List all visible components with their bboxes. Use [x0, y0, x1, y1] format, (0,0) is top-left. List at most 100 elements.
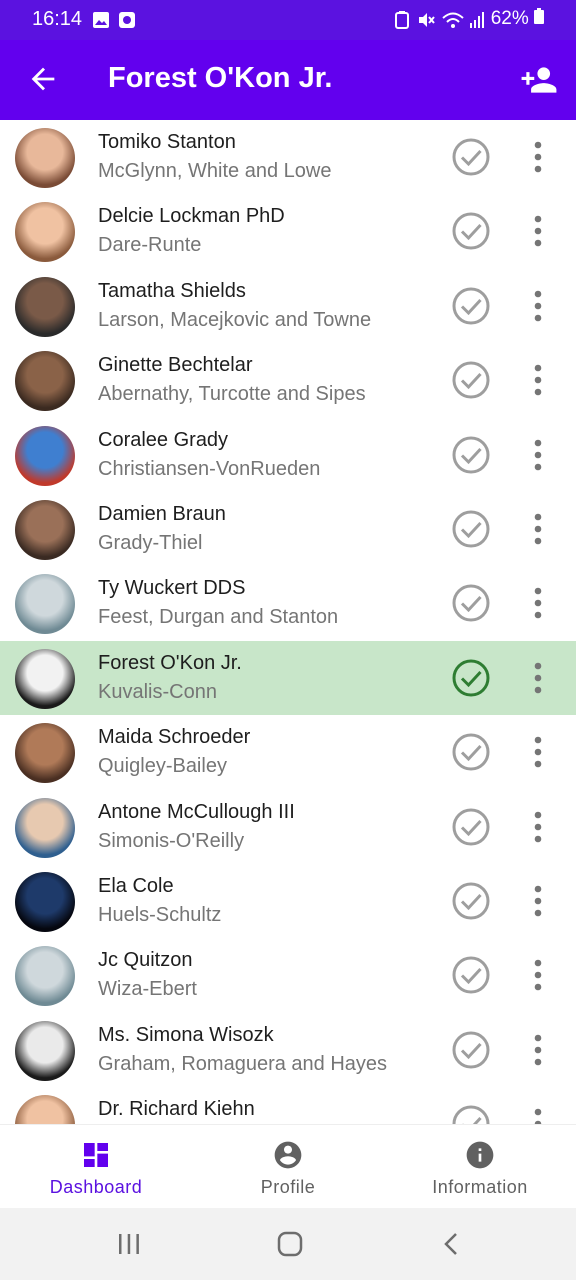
- contact-list[interactable]: Tomiko Stanton McGlynn, White and Lowe Del…: [0, 120, 576, 1124]
- check-circle-icon[interactable]: [451, 1104, 491, 1124]
- home-icon[interactable]: [276, 1230, 304, 1258]
- contact-name: Delcie Lockman PhD: [98, 205, 285, 228]
- tab-information-label: Information: [432, 1177, 528, 1197]
- contact-row[interactable]: Ginette Bechtelar Abernathy, Turcotte and…: [0, 343, 576, 417]
- check-circle-icon[interactable]: [451, 360, 491, 400]
- contact-row[interactable]: Antone McCullough III Simonis-O'Reilly: [0, 790, 576, 864]
- contact-company: Huels-Schultz: [98, 904, 222, 926]
- more-vert-icon[interactable]: [526, 958, 550, 992]
- avatar: [15, 1020, 75, 1081]
- contact-name: Damien Braun: [98, 503, 226, 525]
- check-circle-icon[interactable]: [451, 658, 491, 698]
- contact-row[interactable]: Tamatha Shields Larson, Macejkovic and To…: [0, 269, 576, 343]
- contact-company: Feest, Durgan and Stanton: [98, 606, 339, 629]
- avatar: [15, 425, 75, 486]
- more-vert-icon[interactable]: [526, 289, 550, 323]
- contact-row[interactable]: Ty Wuckert DDS Feest, Durgan and Stanton: [0, 566, 576, 640]
- system-navigation-bar: [0, 1208, 576, 1280]
- check-circle-icon[interactable]: [451, 583, 491, 623]
- contact-row[interactable]: Coralee Grady Christiansen-VonRueden: [0, 418, 576, 492]
- contact-company: Kuvalis-Conn: [98, 680, 217, 703]
- contact-name: Tamatha Shields: [98, 279, 246, 302]
- more-vert-icon[interactable]: [526, 214, 550, 248]
- avatar: [15, 648, 75, 709]
- more-vert-icon[interactable]: [526, 438, 550, 472]
- arrow-back-icon[interactable]: [26, 62, 60, 96]
- avatar: [15, 202, 75, 263]
- wifi-icon: [442, 12, 464, 28]
- avatar: [15, 946, 75, 1007]
- more-vert-icon[interactable]: [526, 512, 550, 546]
- more-vert-icon[interactable]: [526, 661, 550, 695]
- contact-company: Larson, Macejkovic and Towne: [98, 308, 372, 331]
- more-vert-icon[interactable]: [526, 810, 550, 844]
- tab-profile-label: Profile: [260, 1177, 316, 1197]
- contact-name: Ginette Bechtelar: [98, 354, 253, 377]
- avatar: [15, 276, 75, 337]
- battery-icon: [534, 8, 544, 24]
- tab-dashboard[interactable]: Dashboard: [0, 1125, 192, 1209]
- app-notification-icon: [119, 12, 135, 28]
- avatar: [15, 500, 75, 560]
- more-vert-icon[interactable]: [526, 363, 550, 397]
- contact-company: Simonis-O'Reilly: [98, 829, 245, 852]
- check-circle-icon[interactable]: [451, 435, 491, 475]
- more-vert-icon[interactable]: [526, 735, 550, 769]
- avatar: [15, 128, 75, 188]
- tab-information[interactable]: Information: [384, 1125, 576, 1209]
- contact-row[interactable]: Dr. Richard Kiehn: [0, 1087, 576, 1124]
- avatar: [15, 872, 75, 932]
- battery-level: 62%: [491, 8, 544, 30]
- contact-row[interactable]: Forest O'Kon Jr. Kuvalis-Conn: [0, 640, 576, 715]
- more-vert-icon[interactable]: [526, 1033, 550, 1067]
- more-vert-icon[interactable]: [526, 586, 550, 620]
- contact-company: Christiansen-VonRueden: [98, 457, 321, 480]
- status-bar: 16:14 62%: [0, 0, 576, 40]
- contact-company: Graham, Romaguera and Hayes: [98, 1052, 388, 1075]
- recent-apps-icon[interactable]: [116, 1232, 142, 1256]
- check-circle-icon[interactable]: [451, 881, 491, 921]
- contact-name: Ty Wuckert DDS: [98, 577, 246, 600]
- person-add-icon[interactable]: [520, 61, 558, 99]
- check-circle-icon[interactable]: [451, 732, 491, 772]
- check-circle-icon[interactable]: [451, 137, 491, 177]
- gallery-notification-icon: [93, 12, 109, 28]
- contact-company: McGlynn, White and Lowe: [98, 160, 332, 182]
- contact-row[interactable]: Jc Quitzon Wiza-Ebert: [0, 938, 576, 1012]
- check-circle-icon[interactable]: [451, 211, 491, 251]
- more-vert-icon[interactable]: [526, 884, 550, 918]
- check-circle-icon[interactable]: [451, 286, 491, 326]
- more-vert-icon[interactable]: [526, 1107, 550, 1124]
- contact-row[interactable]: Maida Schroeder Quigley-Bailey: [0, 715, 576, 789]
- more-vert-icon[interactable]: [526, 140, 550, 174]
- contact-row[interactable]: Damien Braun Grady-Thiel: [0, 492, 576, 566]
- avatar: [15, 797, 75, 858]
- contact-name: Antone McCullough III: [98, 800, 295, 823]
- avatar: [15, 723, 75, 784]
- contact-company: Wiza-Ebert: [98, 978, 197, 1001]
- avatar: [15, 574, 75, 635]
- check-circle-icon[interactable]: [451, 807, 491, 847]
- check-circle-icon[interactable]: [451, 509, 491, 549]
- contact-row[interactable]: Tomiko Stanton McGlynn, White and Lowe: [0, 120, 576, 194]
- contact-company: Abernathy, Turcotte and Sipes: [98, 383, 366, 406]
- mute-icon: [419, 13, 435, 27]
- check-circle-icon[interactable]: [451, 1030, 491, 1070]
- avatar: [15, 1095, 75, 1124]
- contact-name: Ms. Simona Wisozk: [98, 1023, 274, 1046]
- contact-name: Dr. Richard Kiehn: [98, 1098, 255, 1121]
- contact-row[interactable]: Delcie Lockman PhD Dare-Runte: [0, 194, 576, 268]
- dashboard-icon: [84, 1143, 108, 1167]
- avatar: [15, 351, 75, 412]
- account-circle-icon: [274, 1141, 302, 1169]
- tab-profile[interactable]: Profile: [192, 1125, 384, 1209]
- status-time: 16:14: [32, 8, 83, 30]
- contact-row[interactable]: Ms. Simona Wisozk Graham, Romaguera and H…: [0, 1013, 576, 1087]
- check-circle-icon[interactable]: [451, 955, 491, 995]
- back-nav-icon[interactable]: [440, 1231, 464, 1257]
- page-title: Forest O'Kon Jr.: [108, 62, 333, 94]
- contact-row[interactable]: Ela Cole Huels-Schultz: [0, 864, 576, 938]
- battery-text: 62%: [490, 8, 529, 29]
- app-bar: Forest O'Kon Jr.: [0, 40, 576, 120]
- contact-name: Coralee Grady: [98, 428, 229, 451]
